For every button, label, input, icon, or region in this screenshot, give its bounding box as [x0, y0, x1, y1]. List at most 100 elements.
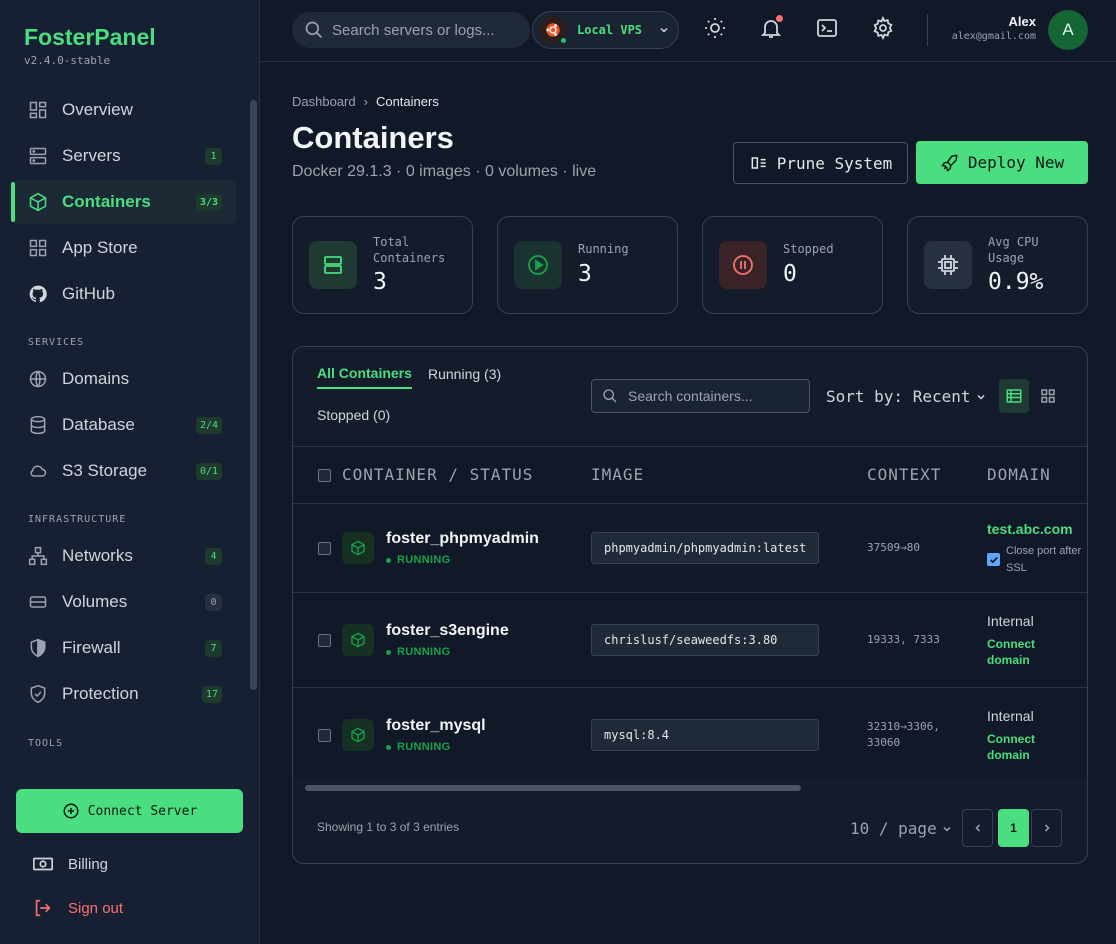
prune-system-button[interactable]: Prune System [733, 142, 908, 184]
container-name[interactable]: foster_mysql [386, 717, 486, 735]
sidebar-item-database[interactable]: Database 2/4 [12, 403, 236, 447]
server-icon [29, 147, 47, 165]
search-icon [603, 389, 617, 403]
sidebar-item-overview[interactable]: Overview [12, 88, 236, 132]
page-size-select[interactable]: 10 / page [850, 819, 953, 838]
money-icon [33, 857, 53, 871]
sidebar-item-domains[interactable]: Domains [12, 357, 236, 401]
sidebar-item-label: Overview [62, 100, 133, 119]
online-indicator [560, 37, 567, 44]
tab-stopped[interactable]: Stopped (0) [317, 407, 390, 423]
notifications-button[interactable] [759, 15, 783, 40]
sidebar-item-label: GitHub [62, 284, 115, 303]
billing-link[interactable]: Billing [32, 853, 108, 875]
sidebar-item-firewall[interactable]: Firewall 7 [12, 626, 236, 670]
connect-domain-link[interactable]: Connect domain [987, 731, 1047, 763]
sidebar-item-label: S3 Storage [62, 461, 148, 480]
select-all-checkbox[interactable] [318, 469, 331, 482]
list-view-button[interactable] [999, 379, 1029, 413]
sun-icon[interactable] [703, 16, 727, 40]
terminal-icon[interactable] [815, 16, 839, 40]
connect-server-label: Connect Server [87, 803, 198, 819]
port-context: 19333, 7333 [867, 633, 940, 646]
breadcrumb-dashboard[interactable]: Dashboard [292, 94, 356, 109]
sidebar-item-protection[interactable]: Protection 17 [12, 672, 236, 716]
stat-label: Running [578, 242, 629, 256]
global-search-input[interactable]: Search servers or logs... [292, 12, 530, 48]
stat-card-stopped: Stopped 0 [702, 216, 883, 314]
brand[interactable]: FosterPanel v2.4.0-stable [24, 24, 156, 67]
deploy-label: Deploy New [967, 153, 1065, 172]
connect-domain-link[interactable]: Connect domain [987, 636, 1047, 668]
container-search-input[interactable]: Search containers... [591, 379, 810, 413]
sidebar-scrollbar[interactable] [250, 100, 257, 690]
row-checkbox[interactable] [318, 729, 331, 742]
tab-running[interactable]: Running (3) [428, 366, 501, 382]
containers-panel: All Containers Running (3) Stopped (0) S… [292, 346, 1088, 864]
sidebar-item-label: Servers [62, 146, 121, 165]
tab-all-containers[interactable]: All Containers [317, 365, 412, 389]
servers-count-badge: 1 [205, 148, 222, 165]
prune-label: Prune System [776, 153, 893, 173]
sidebar-item-label: Domains [62, 369, 130, 388]
page-number-button[interactable]: 1 [998, 809, 1029, 847]
sidebar-item-s3-storage[interactable]: S3 Storage 0/1 [12, 449, 236, 493]
next-page-button[interactable] [1031, 809, 1062, 847]
rocket-icon [941, 154, 958, 172]
play-icon [514, 241, 562, 289]
server-selector[interactable]: Local VPS [532, 11, 679, 49]
avatar[interactable]: A [1048, 10, 1088, 50]
connect-server-button[interactable]: Connect Server [16, 789, 243, 833]
check-icon [989, 556, 998, 563]
column-header[interactable]: DOMAIN [987, 465, 1051, 484]
image-name: mysql:8.4 [591, 719, 819, 751]
sidebar-item-containers[interactable]: Containers 3/3 [11, 180, 236, 224]
sidebar-item-label: Protection [62, 684, 139, 703]
sign-out-link[interactable]: Sign out [32, 897, 123, 919]
sort-dropdown[interactable]: Sort by: Recent [826, 387, 987, 406]
container-name[interactable]: foster_s3engine [386, 622, 509, 640]
deploy-new-button[interactable]: Deploy New [916, 141, 1088, 184]
container-name[interactable]: foster_phpmyadmin [386, 530, 539, 548]
close-port-checkbox[interactable] [987, 553, 1000, 566]
brand-name: FosterPanel [24, 24, 156, 50]
section-title-services: SERVICES [28, 337, 85, 348]
sidebar-item-networks[interactable]: Networks 4 [12, 534, 236, 578]
table-header: CONTAINER / STATUS IMAGE CONTEXT DOMAIN [293, 446, 1087, 504]
row-checkbox[interactable] [318, 542, 331, 555]
cube-icon [29, 192, 47, 212]
ubuntu-icon [539, 16, 567, 44]
list-view-icon [1006, 389, 1022, 403]
stat-label: Stopped [783, 242, 834, 256]
container-icon [342, 532, 374, 564]
section-title-tools: TOOLS [28, 738, 64, 749]
sidebar-item-volumes[interactable]: Volumes 0 [12, 580, 236, 624]
search-placeholder: Search servers or logs... [332, 21, 495, 39]
domain-link[interactable]: test.abc.com [987, 521, 1073, 537]
grid-view-button[interactable] [1033, 379, 1063, 413]
stat-label: Total Containers [373, 235, 446, 265]
table-row[interactable]: foster_mysql RUNNING mysql:8.4 32310→330… [293, 688, 1087, 778]
divider [927, 14, 928, 46]
table-row[interactable]: foster_phpmyadmin RUNNING phpmyadmin/php… [293, 504, 1087, 593]
grid-view-icon [1041, 389, 1055, 403]
cloud-icon [30, 465, 47, 477]
column-header[interactable]: IMAGE [591, 465, 644, 484]
search-placeholder: Search containers... [628, 388, 753, 404]
volumes-count-badge: 0 [205, 594, 222, 611]
gear-icon[interactable] [871, 16, 895, 40]
sidebar-item-servers[interactable]: Servers 1 [12, 134, 236, 178]
table-horizontal-scrollbar[interactable] [305, 785, 801, 791]
logout-icon [35, 899, 51, 917]
row-checkbox[interactable] [318, 634, 331, 647]
prev-page-button[interactable] [962, 809, 993, 847]
table-row[interactable]: foster_s3engine RUNNING chrislusf/seawee… [293, 593, 1087, 688]
column-header[interactable]: CONTEXT [867, 465, 941, 484]
stat-card-cpu: Avg CPU Usage 0.9% [907, 216, 1088, 314]
column-header[interactable]: CONTAINER / STATUS [342, 465, 533, 484]
sidebar-item-github[interactable]: GitHub [12, 272, 236, 316]
server-name: Local VPS [577, 23, 643, 37]
chevron-down-icon [943, 826, 951, 832]
chevron-right-icon [1044, 824, 1050, 832]
sidebar-item-app-store[interactable]: App Store [12, 226, 236, 270]
